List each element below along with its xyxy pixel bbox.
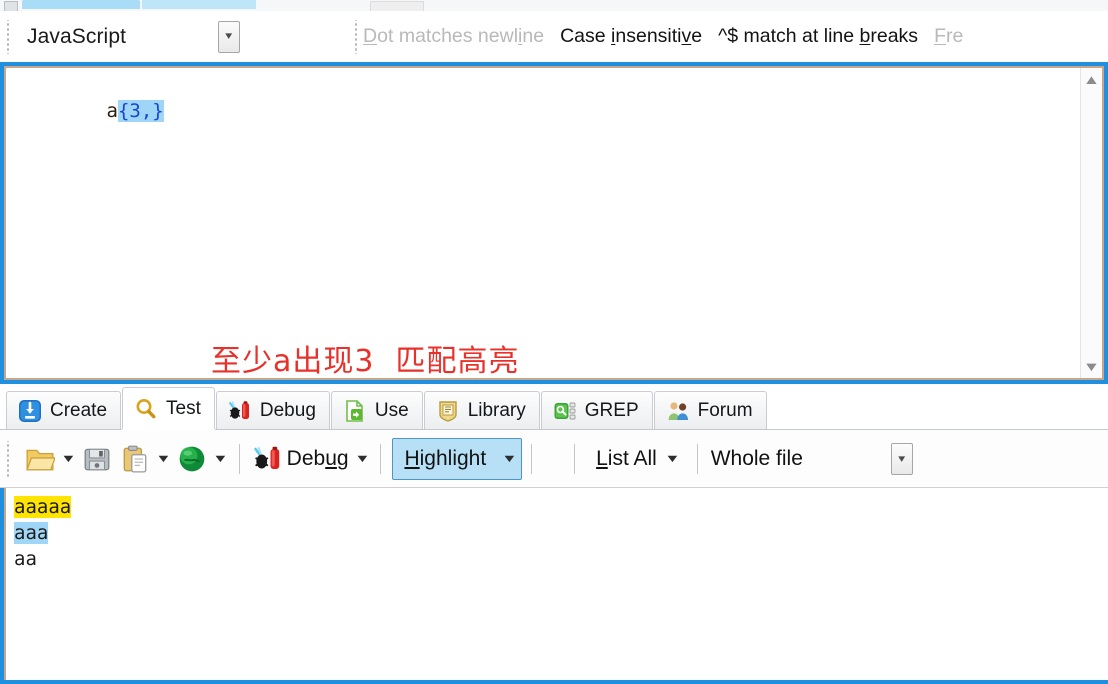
find-next-button[interactable] — [553, 439, 565, 479]
annotation-text: 至少a出现3 匹配高亮 — [211, 344, 520, 379]
option-free-spacing[interactable]: Fre — [934, 25, 963, 48]
match-highlight-blue: aaa — [14, 522, 49, 544]
use-document-icon — [346, 399, 363, 422]
globe-dropdown-arrow[interactable]: ▼ — [206, 453, 234, 465]
library-shield-icon — [438, 400, 457, 422]
regex-literal: a — [106, 100, 118, 122]
paste-button[interactable] — [116, 439, 154, 479]
clipboard-paste-icon — [123, 445, 147, 472]
debug-dropdown-arrow[interactable]: ▼ — [348, 453, 376, 465]
tab-label: Forum — [697, 399, 753, 421]
list-all-label: List All — [596, 446, 657, 470]
tab-grep[interactable]: GREP — [540, 391, 653, 429]
language-label: JavaScript — [27, 24, 127, 48]
toolbar-separator — [696, 443, 698, 474]
subject-line[interactable]: aaaaa — [14, 494, 1108, 520]
create-icon — [19, 399, 41, 422]
open-file-dropdown-arrow[interactable]: ▼ — [54, 453, 82, 465]
regex-editor-scrollbar[interactable]: ▲ ▼ — [1080, 68, 1102, 378]
regex-selected-quantifier: {3,} — [117, 100, 164, 122]
test-subject-text-area[interactable]: aaaaa aaa aa — [4, 488, 1108, 680]
chevron-down-icon[interactable]: ▼ — [1083, 355, 1100, 378]
folder-open-icon — [26, 449, 55, 470]
tab-create[interactable]: Create — [6, 391, 122, 429]
test-subject-panel: aaaaa aaa aa — [0, 488, 1108, 684]
tab-label: GREP — [584, 399, 639, 421]
tab-library[interactable]: Library — [423, 391, 540, 429]
globe-button[interactable] — [173, 439, 211, 479]
tab-label: Test — [166, 397, 201, 419]
main-tab-strip: Create Test Debug Use Library GREP Forum — [0, 384, 1108, 430]
tab-debug[interactable]: Debug — [215, 391, 330, 429]
subject-plain-text: aa — [14, 548, 37, 570]
grep-icon — [554, 402, 576, 419]
regex-options-bar: JavaScript ▾ Dot matches newline Case in… — [0, 11, 1108, 63]
top-partial-field[interactable] — [142, 0, 256, 9]
debug-button-label: Debug — [286, 446, 349, 470]
find-previous-button[interactable] — [541, 439, 553, 479]
tab-test[interactable]: Test — [122, 387, 215, 429]
search-scope-dropdown-button[interactable]: ▾ — [890, 442, 913, 475]
tab-label: Library — [467, 399, 526, 421]
regex-pattern-text[interactable]: a{3,} — [15, 78, 164, 144]
tab-forum[interactable]: Forum — [653, 391, 767, 429]
debug-button[interactable]: Debug — [249, 439, 353, 479]
option-caret-dollar-line-breaks[interactable]: ^$ match at line breaks — [718, 25, 918, 48]
highlight-dropdown-arrow[interactable]: ▼ — [495, 453, 523, 465]
chevron-up-icon[interactable]: ▲ — [1083, 68, 1100, 91]
bug-icon — [228, 400, 249, 419]
chevron-down-icon: ▾ — [225, 30, 233, 42]
language-dropdown-button[interactable]: ▾ — [218, 20, 241, 53]
test-action-toolbar: ▼ ▼ ▼ Debug ▼ Highlight ▼ List All ▼ Who… — [0, 430, 1108, 488]
toolbar-separator — [238, 443, 240, 474]
option-dot-matches-newline[interactable]: Dot matches newline — [363, 25, 544, 48]
forum-people-icon — [668, 401, 688, 420]
list-all-dropdown-arrow[interactable]: ▼ — [658, 453, 686, 465]
highlight-button-label: Highlight — [404, 446, 487, 470]
tab-use[interactable]: Use — [330, 391, 423, 429]
search-scope-label[interactable]: Whole file — [711, 447, 803, 471]
highlight-button[interactable]: Highlight ▼ — [392, 437, 523, 480]
magnifier-icon — [136, 398, 156, 418]
action-toolbar-grip[interactable] — [4, 440, 13, 477]
paste-dropdown-arrow[interactable]: ▼ — [149, 453, 177, 465]
save-button[interactable] — [78, 439, 116, 479]
tab-label: Create — [50, 399, 108, 421]
options-grip-handle[interactable] — [352, 19, 362, 54]
list-all-button[interactable]: List All ▼ — [584, 439, 688, 479]
toolbar-separator — [574, 443, 576, 474]
toolbar-grip-handle[interactable] — [4, 19, 13, 54]
tab-label: Use — [374, 399, 409, 421]
toolbar-separator — [380, 443, 382, 474]
chevron-down-icon: ▾ — [898, 453, 906, 465]
option-case-insensitive[interactable]: Case insensitive — [560, 25, 702, 48]
save-disk-icon — [84, 448, 110, 470]
regexbuddy-window: JavaScript ▾ Dot matches newline Case in… — [0, 0, 1108, 684]
regex-editor-panel: a{3,} 至少a出现3 匹配高亮 ▲ ▼ — [0, 62, 1108, 384]
bug-icon — [253, 446, 279, 469]
toolbar-separator — [531, 443, 533, 474]
match-highlight-yellow: aaaaa — [14, 496, 72, 518]
regex-option-list: Dot matches newline Case insensitive ^$ … — [363, 25, 979, 48]
subject-line[interactable]: aaa — [14, 520, 1108, 546]
globe-icon — [179, 446, 205, 471]
tab-label: Debug — [259, 399, 316, 421]
top-partial-active-tab[interactable] — [22, 0, 140, 9]
subject-line[interactable]: aa — [14, 546, 1108, 572]
regex-editor-inner[interactable]: a{3,} 至少a出现3 匹配高亮 ▲ ▼ — [4, 66, 1104, 380]
